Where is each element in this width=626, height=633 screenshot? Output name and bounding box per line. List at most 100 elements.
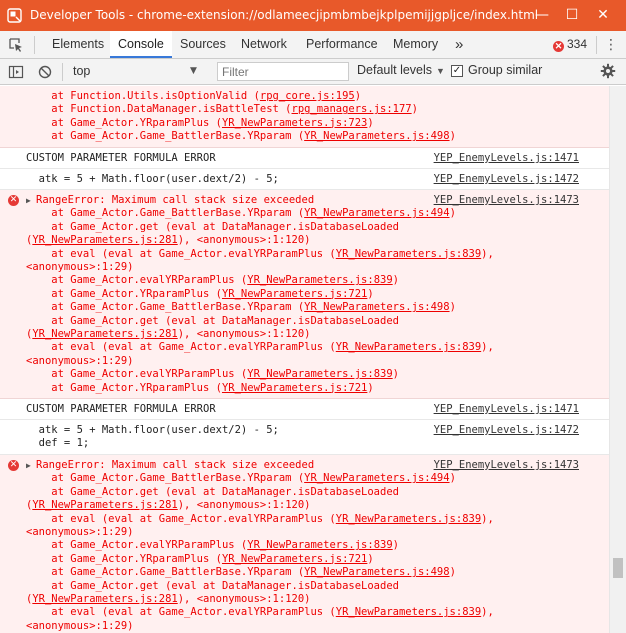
stack-line: at eval (eval at Game_Actor.evalYRParamP…: [26, 513, 494, 526]
source-link[interactable]: YR_NewParameters.js:839: [336, 606, 481, 618]
filter-input[interactable]: [217, 62, 349, 81]
sidebar-toggle-icon[interactable]: [8, 64, 24, 80]
source-link[interactable]: YR_NewParameters.js:498: [304, 566, 449, 578]
stack-line: at Game_Actor.Game_BattlerBase.YRparam (…: [26, 566, 456, 579]
maximize-button[interactable]: ☐: [563, 6, 581, 24]
source-link[interactable]: YEP_EnemyLevels.js:1473: [434, 194, 579, 207]
source-link[interactable]: YR_NewParameters.js:721: [222, 382, 367, 394]
stack-line: at Game_Actor.get (eval at DataManager.i…: [26, 486, 399, 499]
stack-text: ): [449, 207, 456, 220]
source-link[interactable]: YR_NewParameters.js:839: [336, 341, 481, 353]
error-icon: ✕: [553, 41, 564, 52]
stack-text: at Function.DataManager.isBattleTest (: [26, 103, 292, 116]
source-link[interactable]: YR_NewParameters.js:494: [304, 472, 449, 484]
source-link[interactable]: YEP_EnemyLevels.js:1471: [434, 403, 579, 416]
stack-text: at Game_Actor.get (eval at DataManager.i…: [26, 220, 399, 233]
stack-text: ),: [481, 606, 494, 619]
source-link[interactable]: YR_NewParameters.js:281: [32, 234, 177, 246]
tab-memory[interactable]: Memory: [385, 31, 446, 58]
stack-text: ): [367, 552, 374, 565]
source-link[interactable]: YR_NewParameters.js:498: [304, 130, 449, 142]
tab-sources[interactable]: Sources: [172, 31, 234, 58]
source-link[interactable]: YR_NewParameters.js:839: [247, 368, 392, 380]
close-button[interactable]: ✕: [594, 6, 612, 24]
inspect-element-icon[interactable]: [8, 37, 24, 53]
stack-text: at Function.Utils.isOptionValid (: [26, 90, 260, 102]
log-text: atk = 5 + Math.floor(user.dext/2) - 5;: [26, 173, 279, 185]
source-link[interactable]: YR_NewParameters.js:494: [304, 207, 449, 219]
stack-text: ), <anonymous>:1:120): [177, 234, 311, 247]
scrollbar-thumb[interactable]: [613, 558, 623, 578]
log-text: def = 1;: [26, 437, 90, 450]
stack-text: ): [367, 287, 374, 300]
source-link[interactable]: rpg_core.js:195: [260, 90, 355, 102]
gear-icon[interactable]: [600, 63, 616, 79]
stack-text: ),: [481, 247, 494, 260]
stack-line: at Game_Actor.YRparamPlus (YR_NewParamet…: [26, 382, 373, 395]
minimize-button[interactable]: —: [533, 6, 551, 24]
source-link[interactable]: YEP_EnemyLevels.js:1472: [434, 173, 579, 186]
source-link[interactable]: YR_NewParameters.js:839: [247, 274, 392, 286]
stack-text: at Game_Actor.evalYRParamPlus (: [26, 539, 248, 552]
console-messages: at Function.Utils.isOptionValid (rpg_cor…: [0, 86, 609, 633]
stack-text: ), <anonymous>:1:120): [177, 593, 311, 605]
expand-triangle-icon[interactable]: ▶: [26, 459, 31, 472]
group-similar-checkbox[interactable]: ✓: [451, 65, 463, 77]
source-link[interactable]: YEP_EnemyLevels.js:1472: [434, 424, 579, 437]
stack-text: ): [392, 274, 399, 287]
tab-console[interactable]: Console: [110, 31, 172, 58]
stack-text: ),: [481, 341, 494, 354]
stack-text: at Game_Actor.evalYRParamPlus (: [26, 274, 248, 287]
tab-performance[interactable]: Performance: [298, 31, 386, 58]
source-link[interactable]: rpg_managers.js:177: [292, 103, 412, 115]
log-levels-dropdown[interactable]: Default levels ▼: [357, 63, 445, 77]
clear-console-icon[interactable]: [37, 64, 53, 80]
stack-text: at Game_Actor.Game_BattlerBase.YRparam (: [26, 207, 305, 220]
log-text: CUSTOM PARAMETER FORMULA ERROR: [26, 403, 216, 415]
window-title: Developer Tools - chrome-extension://odl…: [30, 8, 539, 22]
group-similar-label[interactable]: Group similar: [468, 63, 542, 77]
source-link[interactable]: YR_NewParameters.js:839: [336, 513, 481, 525]
error-message: ✕ ▶ RangeError: Maximum call stack size ex…: [0, 455, 609, 633]
source-link[interactable]: YR_NewParameters.js:839: [247, 539, 392, 551]
source-link[interactable]: YEP_EnemyLevels.js:1471: [434, 152, 579, 165]
source-link[interactable]: YR_NewParameters.js:721: [222, 288, 367, 300]
source-link[interactable]: YR_NewParameters.js:281: [32, 593, 177, 605]
source-link[interactable]: YEP_EnemyLevels.js:1473: [434, 459, 579, 472]
stack-text: <anonymous>:1:29): [26, 261, 134, 273]
stack-text: at eval (eval at Game_Actor.evalYRParamP…: [26, 606, 336, 619]
stack-text: at Game_Actor.Game_BattlerBase.YRparam (: [26, 130, 305, 143]
log-message: atk = 5 + Math.floor(user.dext/2) - 5; d…: [0, 420, 609, 455]
log-message: CUSTOM PARAMETER FORMULA ERROR YEP_EnemyL…: [0, 148, 609, 169]
stack-text: at eval (eval at Game_Actor.evalYRParamP…: [26, 512, 336, 525]
more-tabs-button[interactable]: »: [447, 31, 471, 58]
title-bar: Developer Tools - chrome-extension://odl…: [0, 0, 626, 31]
source-link[interactable]: YR_NewParameters.js:721: [222, 553, 367, 565]
stack-line: at Game_Actor.YRparamPlus (YR_NewParamet…: [26, 287, 374, 301]
error-count-badge[interactable]: ✕ 334: [553, 37, 587, 52]
stack-text: ): [449, 472, 456, 485]
tab-elements[interactable]: Elements: [44, 31, 112, 58]
stack-text: at Game_Actor.YRparamPlus (: [26, 116, 222, 129]
stack-line: at Game_Actor.Game_BattlerBase.YRparam (…: [26, 207, 456, 220]
source-link[interactable]: YR_NewParameters.js:839: [336, 248, 481, 260]
stack-line: <anonymous>:1:29): [26, 620, 133, 633]
source-link[interactable]: YR_NewParameters.js:723: [222, 117, 367, 129]
stack-text: ), <anonymous>:1:120): [177, 328, 311, 340]
tab-network[interactable]: Network: [233, 31, 295, 58]
console-scrollbar[interactable]: [609, 86, 626, 633]
stack-line: at Game_Actor.YRparamPlus (YR_NewParamet…: [26, 116, 373, 130]
devtools-tab-bar: Elements Console Sources Network Perform…: [0, 31, 626, 59]
more-options-icon[interactable]: ⋮: [604, 37, 618, 53]
stack-line: <anonymous>:1:29): [26, 261, 133, 274]
stack-line: at Game_Actor.get (eval at DataManager.i…: [26, 580, 399, 593]
context-selector[interactable]: top: [64, 62, 208, 81]
source-link[interactable]: YR_NewParameters.js:281: [32, 328, 177, 340]
stack-text: ), <anonymous>:1:120): [177, 499, 311, 512]
source-link[interactable]: YR_NewParameters.js:281: [32, 499, 177, 511]
expand-triangle-icon[interactable]: ▶: [26, 194, 31, 207]
stack-text: at eval (eval at Game_Actor.evalYRParamP…: [26, 247, 336, 260]
stack-text: at Game_Actor.Game_BattlerBase.YRparam (: [26, 566, 305, 579]
error-count: 334: [567, 37, 588, 51]
source-link[interactable]: YR_NewParameters.js:498: [304, 301, 449, 313]
